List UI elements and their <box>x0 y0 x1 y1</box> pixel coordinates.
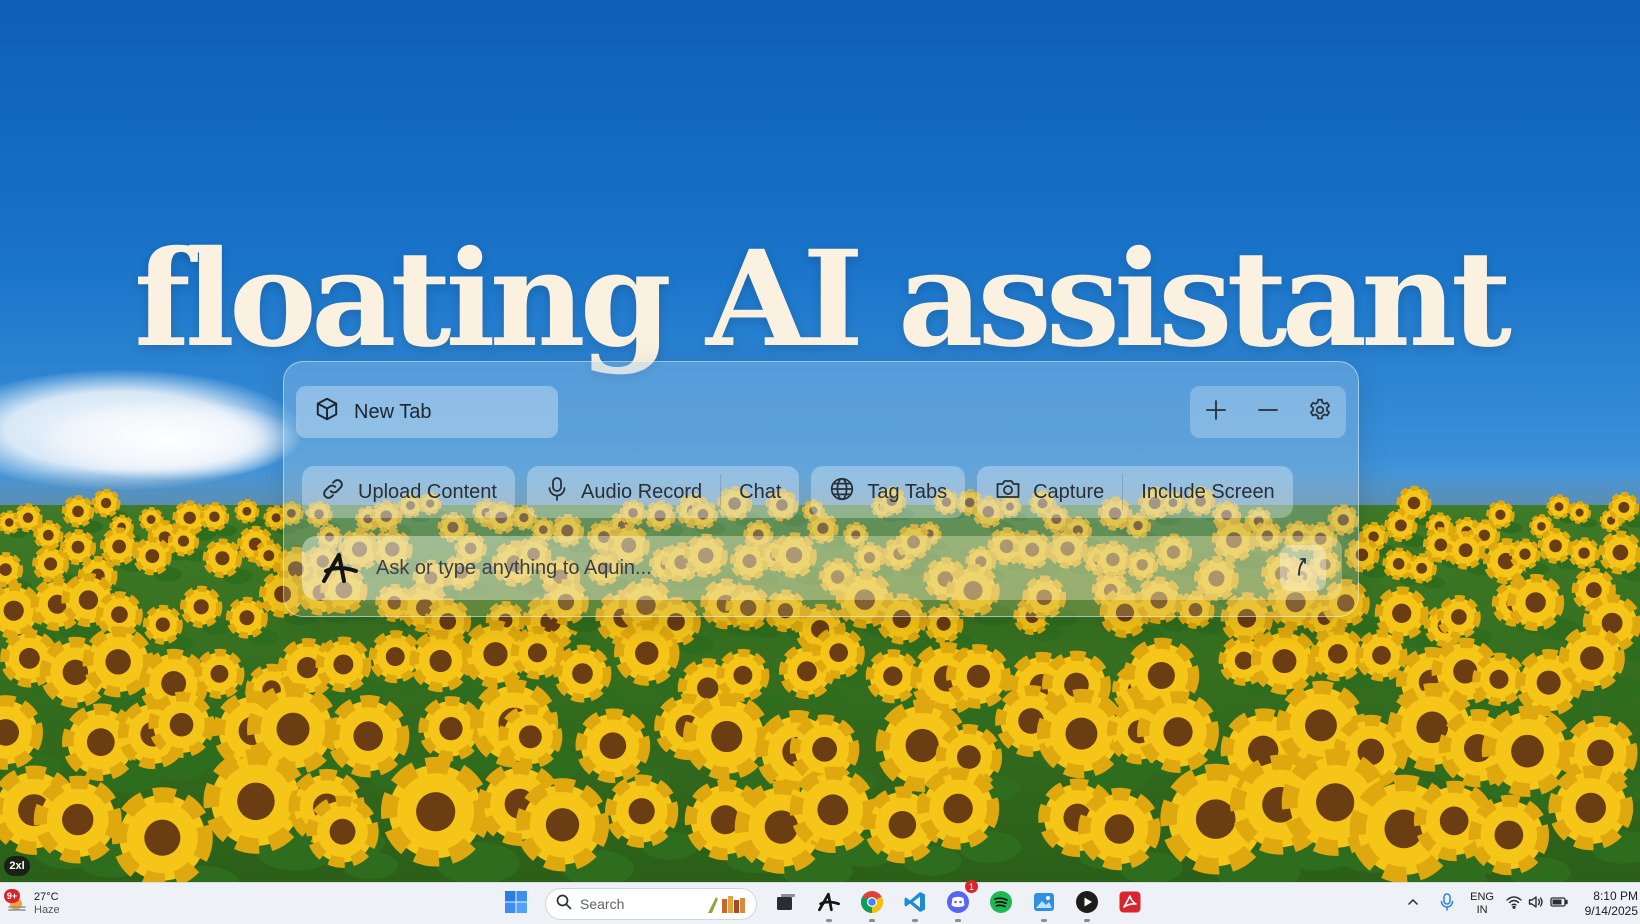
weather-temperature: 27°C <box>34 891 59 903</box>
chat-label: Chat <box>739 480 782 503</box>
taskbar-search[interactable]: Search <box>545 888 757 920</box>
language-region: IN <box>1476 904 1488 916</box>
quick-settings-button[interactable] <box>1506 895 1568 914</box>
chrome-icon <box>860 890 884 919</box>
windows-start-icon <box>504 890 528 919</box>
acrobat-icon <box>1118 890 1142 919</box>
plus-icon <box>1204 398 1228 427</box>
audio-record-label: Audio Record <box>580 480 703 503</box>
chrome-app-button[interactable] <box>854 886 890 922</box>
ask-input[interactable] <box>376 548 1280 588</box>
media-player-app-button[interactable] <box>1069 886 1105 922</box>
vscode-icon <box>903 890 927 919</box>
search-placeholder: Search <box>580 896 625 912</box>
tag-tabs-label: Tag Tabs <box>867 480 948 503</box>
photos-icon <box>1032 890 1056 919</box>
discord-notification-badge: 1 <box>965 880 978 893</box>
spotify-app-button[interactable] <box>983 886 1019 922</box>
zoom-level-badge: 2xl <box>4 856 30 876</box>
aquin-app-button[interactable] <box>811 886 847 922</box>
clock-time: 8:10 PM <box>1593 889 1638 903</box>
language-code: ENG <box>1470 891 1494 903</box>
aquin-icon <box>817 891 841 918</box>
microphone-tray-button[interactable] <box>1436 886 1458 922</box>
chat-button[interactable]: Chat <box>721 466 799 518</box>
include-screen-button[interactable]: Include Screen <box>1123 466 1292 518</box>
globe-icon <box>829 476 855 508</box>
microphone-icon <box>1440 892 1454 916</box>
battery-icon <box>1550 895 1568 913</box>
weather-widget[interactable]: 9+ 27°C Haze <box>4 887 60 921</box>
upload-content-button[interactable]: Upload Content <box>302 466 515 518</box>
start-button[interactable] <box>498 886 534 922</box>
link-icon <box>320 476 346 508</box>
sunflower <box>234 498 266 528</box>
discord-app-button[interactable]: 1 <box>940 880 978 922</box>
task-view-button[interactable] <box>768 886 804 922</box>
audio-record-button[interactable]: Audio Record <box>527 466 720 518</box>
include-screen-label: Include Screen <box>1141 480 1275 503</box>
discord-icon <box>946 890 970 919</box>
gear-icon <box>1307 397 1333 428</box>
weather-text: 27°C Haze <box>34 891 60 917</box>
minus-icon <box>1256 398 1280 427</box>
tab-new-tab[interactable]: New Tab <box>296 386 558 438</box>
chevron-up-icon <box>1407 895 1419 913</box>
capture-label: Capture <box>1033 480 1105 503</box>
camera-icon <box>995 477 1021 507</box>
minimize-button[interactable] <box>1250 394 1286 430</box>
sunflower <box>1568 501 1598 528</box>
capture-button[interactable]: Capture <box>977 466 1122 518</box>
add-tab-button[interactable] <box>1198 394 1234 430</box>
microphone-icon <box>545 476 569 508</box>
send-arrow-icon <box>1293 555 1313 582</box>
settings-button[interactable] <box>1302 394 1338 430</box>
cube-icon <box>314 396 340 428</box>
photos-app-button[interactable] <box>1026 886 1062 922</box>
weather-haze-icon: 9+ <box>4 889 28 915</box>
upload-group: Upload Content <box>302 466 515 518</box>
headline: floating AI assistant <box>133 222 1512 377</box>
tag-tabs-group: Tag Tabs <box>811 466 966 518</box>
capture-group: Capture Include Screen <box>977 466 1293 518</box>
notification-badge: 9+ <box>4 889 20 903</box>
action-toolbar: Upload Content Audio Record Chat Tag Tab… <box>302 466 1293 518</box>
audio-chat-group: Audio Record Chat <box>526 466 800 518</box>
tag-tabs-button[interactable]: Tag Tabs <box>811 466 965 518</box>
vscode-app-button[interactable] <box>897 886 933 922</box>
clock[interactable]: 8:10 PM 9/14/2025 <box>1580 889 1638 919</box>
search-icon <box>556 894 572 915</box>
upload-content-label: Upload Content <box>358 480 497 503</box>
volume-icon <box>1528 895 1544 914</box>
aquin-logo-icon <box>318 546 362 590</box>
send-button[interactable] <box>1280 545 1326 591</box>
tab-label: New Tab <box>354 400 432 423</box>
acrobat-app-button[interactable] <box>1112 886 1148 922</box>
media-player-icon <box>1075 890 1099 919</box>
spotify-icon <box>989 890 1013 919</box>
wifi-icon <box>1506 895 1522 914</box>
window-controls <box>1190 386 1346 438</box>
system-tray: ENG IN 8:10 PM 9/14/2025 <box>1402 883 1640 924</box>
clock-date: 9/14/2025 <box>1584 904 1638 918</box>
taskbar: 9+ 27°C Haze Search 1 ENG IN 8:10 PM 9/1… <box>0 880 1640 924</box>
sunflower <box>553 644 627 712</box>
prompt-bar <box>302 536 1342 600</box>
taskbar-apps: Search 1 <box>498 880 1148 922</box>
task-view-icon <box>775 891 797 918</box>
input-language[interactable]: ENG IN <box>1470 891 1494 917</box>
sunflower <box>179 585 234 635</box>
assistant-panel: New Tab Upload Content Audio Record Chat… <box>283 361 1359 617</box>
show-hidden-icons-button[interactable] <box>1402 886 1424 922</box>
weather-condition: Haze <box>34 904 60 916</box>
search-highlight-icon <box>704 893 748 915</box>
